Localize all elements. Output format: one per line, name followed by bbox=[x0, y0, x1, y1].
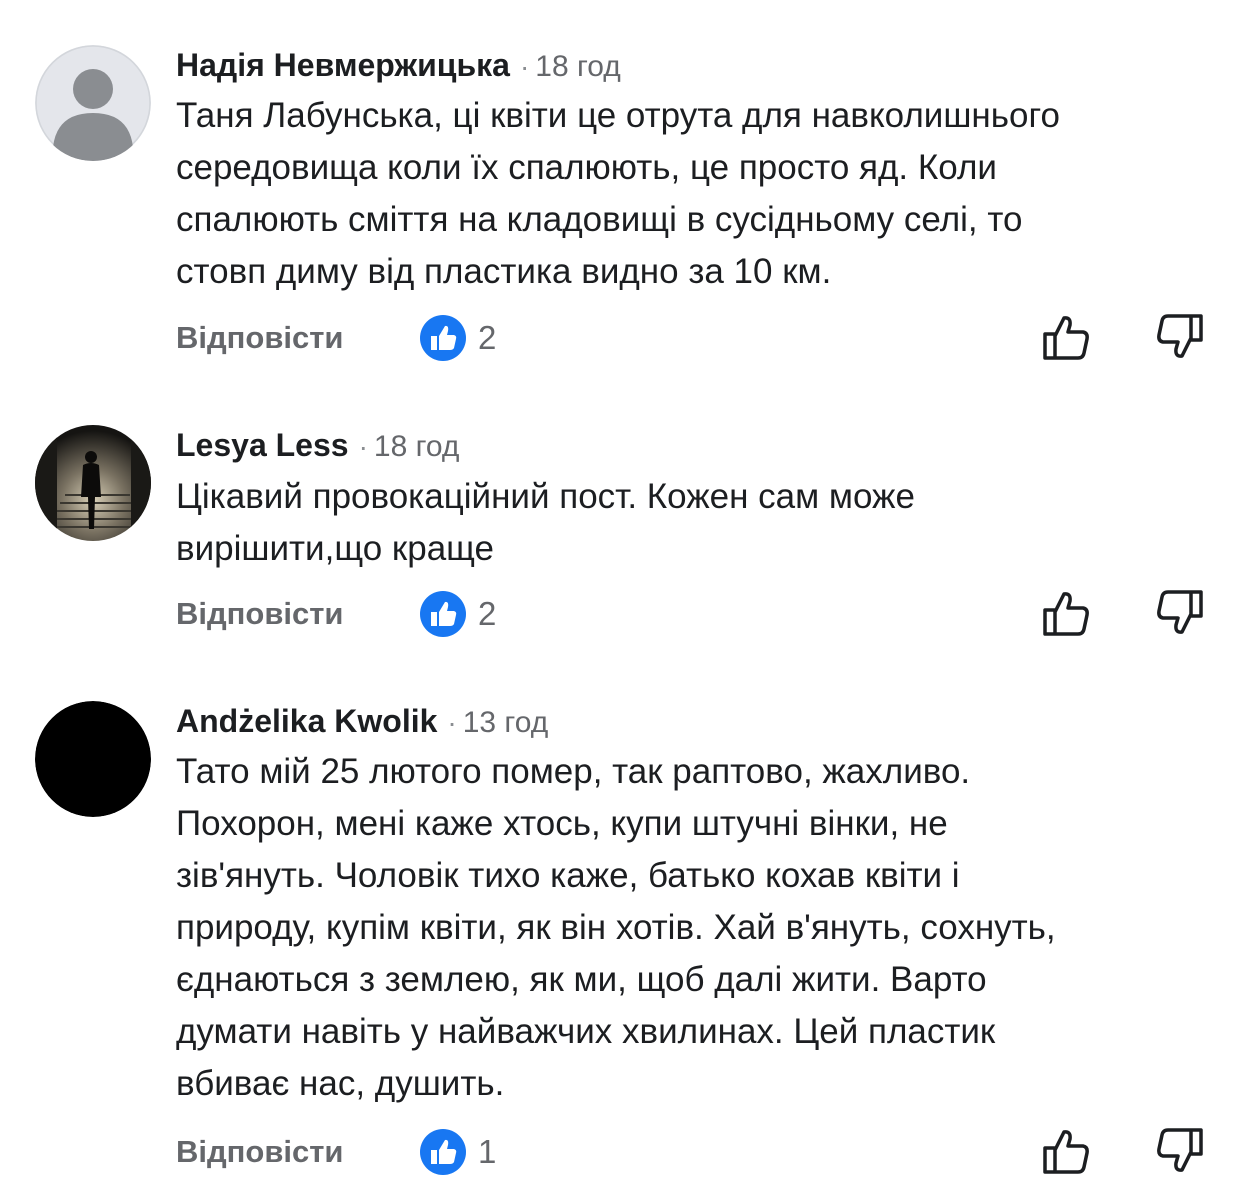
comment-text: Тато мій 25 лютого помер, так раптово, ж… bbox=[176, 746, 1206, 1110]
comment-line: думати навіть у найважчих хвилинах. Цей … bbox=[176, 1012, 996, 1051]
comment-header: Lesya Less · 18 год bbox=[176, 425, 459, 465]
separator-dot: · bbox=[358, 431, 368, 462]
comment-line: Тато мій 25 лютого помер, так раптово, ж… bbox=[176, 752, 971, 791]
photo-avatar-stairs-icon bbox=[35, 425, 151, 541]
comment-line: вирішити,що краще bbox=[176, 529, 495, 568]
comment-actions: Відповісти 2 bbox=[0, 313, 1250, 363]
avatar[interactable] bbox=[35, 45, 151, 161]
comment-line: Таня Лабунська, ці квіти це отрута для н… bbox=[176, 96, 1060, 135]
avatar[interactable] bbox=[35, 425, 151, 541]
separator-dot: · bbox=[519, 51, 530, 82]
like-count: 2 bbox=[478, 595, 497, 632]
thumbs-up-icon[interactable] bbox=[1038, 1123, 1094, 1179]
author-name[interactable]: Lesya Less bbox=[176, 427, 349, 463]
like-reaction-icon[interactable] bbox=[420, 591, 466, 637]
reply-button[interactable]: Відповісти bbox=[176, 313, 344, 363]
like-reaction-icon[interactable] bbox=[420, 1129, 466, 1175]
comment-line: зів'януть. Чоловік тихо каже, батько кох… bbox=[176, 856, 960, 895]
timestamp[interactable]: 13 год bbox=[463, 706, 549, 739]
like-count: 2 bbox=[478, 319, 497, 356]
comment-line: вбиває нас, душить. bbox=[176, 1064, 505, 1103]
thumbs-up-icon[interactable] bbox=[1038, 309, 1094, 365]
like-count: 1 bbox=[478, 1133, 497, 1170]
comment-line: єднаються з землею, як ми, щоб далі жити… bbox=[176, 960, 987, 999]
author-name[interactable]: Надія Невмержицька bbox=[176, 47, 510, 83]
comment-line: Цікавий провокаційний пост. Кожен сам мо… bbox=[176, 477, 915, 516]
comment-actions: Відповісти 2 bbox=[0, 589, 1250, 639]
comment-line: середовища коли їх спалюють, це просто я… bbox=[176, 148, 997, 187]
comment-text: Цікавий провокаційний пост. Кожен сам мо… bbox=[176, 471, 1206, 575]
avatar[interactable] bbox=[35, 701, 151, 817]
comment-line: природу, купім квіти, як він хотів. Хай … bbox=[176, 908, 1056, 947]
thumbs-down-icon[interactable] bbox=[1152, 585, 1208, 641]
default-person-avatar-icon bbox=[35, 45, 151, 161]
black-avatar-icon bbox=[35, 701, 151, 817]
thumbs-down-icon[interactable] bbox=[1152, 309, 1208, 365]
thumbs-up-icon[interactable] bbox=[1038, 585, 1094, 641]
comment-line: стовп диму від пластика видно за 10 км. bbox=[176, 252, 832, 291]
comment-header: Andżelika Kwolik · 13 год bbox=[176, 701, 548, 741]
comment-header: Надія Невмержицька · 18 год bbox=[176, 45, 621, 85]
timestamp[interactable]: 18 год bbox=[374, 430, 460, 463]
like-reaction-icon[interactable] bbox=[420, 315, 466, 361]
comment-text: Таня Лабунська, ці квіти це отрута для н… bbox=[176, 90, 1206, 298]
timestamp[interactable]: 18 год bbox=[535, 50, 621, 83]
reply-button[interactable]: Відповісти bbox=[176, 589, 344, 639]
comment-line: спалюють сміття на кладовищі в сусідньом… bbox=[176, 200, 1023, 239]
separator-dot: · bbox=[447, 707, 457, 738]
author-name[interactable]: Andżelika Kwolik bbox=[176, 703, 437, 739]
reply-button[interactable]: Відповісти bbox=[176, 1127, 344, 1177]
thumbs-down-icon[interactable] bbox=[1152, 1123, 1208, 1179]
comment-actions: Відповісти 1 bbox=[0, 1127, 1250, 1177]
comment-line: Похорон, мені каже хтось, купи штучні ві… bbox=[176, 804, 948, 843]
